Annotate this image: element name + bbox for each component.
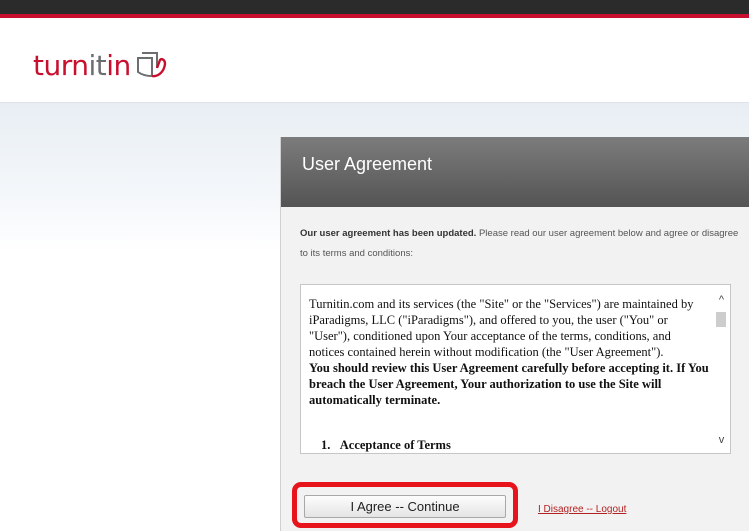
disagree-logout-link[interactable]: I Disagree -- Logout <box>538 504 626 515</box>
user-agreement-panel: User Agreement Our user agreement has be… <box>280 137 749 531</box>
vertical-scrollbar[interactable]: ^ v <box>713 285 730 453</box>
section-heading: 1. Acceptance of Terms <box>321 438 451 452</box>
turnitin-logo[interactable]: turnitin <box>33 46 169 86</box>
panel-title: User Agreement <box>302 154 433 174</box>
site-header: turnitin <box>0 18 749 103</box>
agreement-content: Turnitin.com and its services (the "Site… <box>309 296 709 408</box>
panel-header: User Agreement <box>281 137 749 207</box>
top-dark-bar <box>0 0 749 14</box>
intro-text: Our user agreement has been updated. Ple… <box>300 224 745 264</box>
agree-continue-button[interactable]: I Agree -- Continue <box>304 495 506 518</box>
chevron-down-icon[interactable]: v <box>714 433 729 447</box>
scroll-thumb[interactable] <box>716 312 726 327</box>
intro-bold: Our user agreement has been updated. <box>300 228 477 239</box>
agreement-scroll-box[interactable]: Turnitin.com and its services (the "Site… <box>300 284 731 454</box>
chevron-up-icon[interactable]: ^ <box>714 293 729 307</box>
agreement-paragraph: Turnitin.com and its services (the "Site… <box>309 297 694 359</box>
logo-wordmark: turnitin <box>33 49 131 82</box>
paper-hand-icon <box>136 52 166 78</box>
agreement-warning: You should review this User Agreement ca… <box>309 361 709 407</box>
